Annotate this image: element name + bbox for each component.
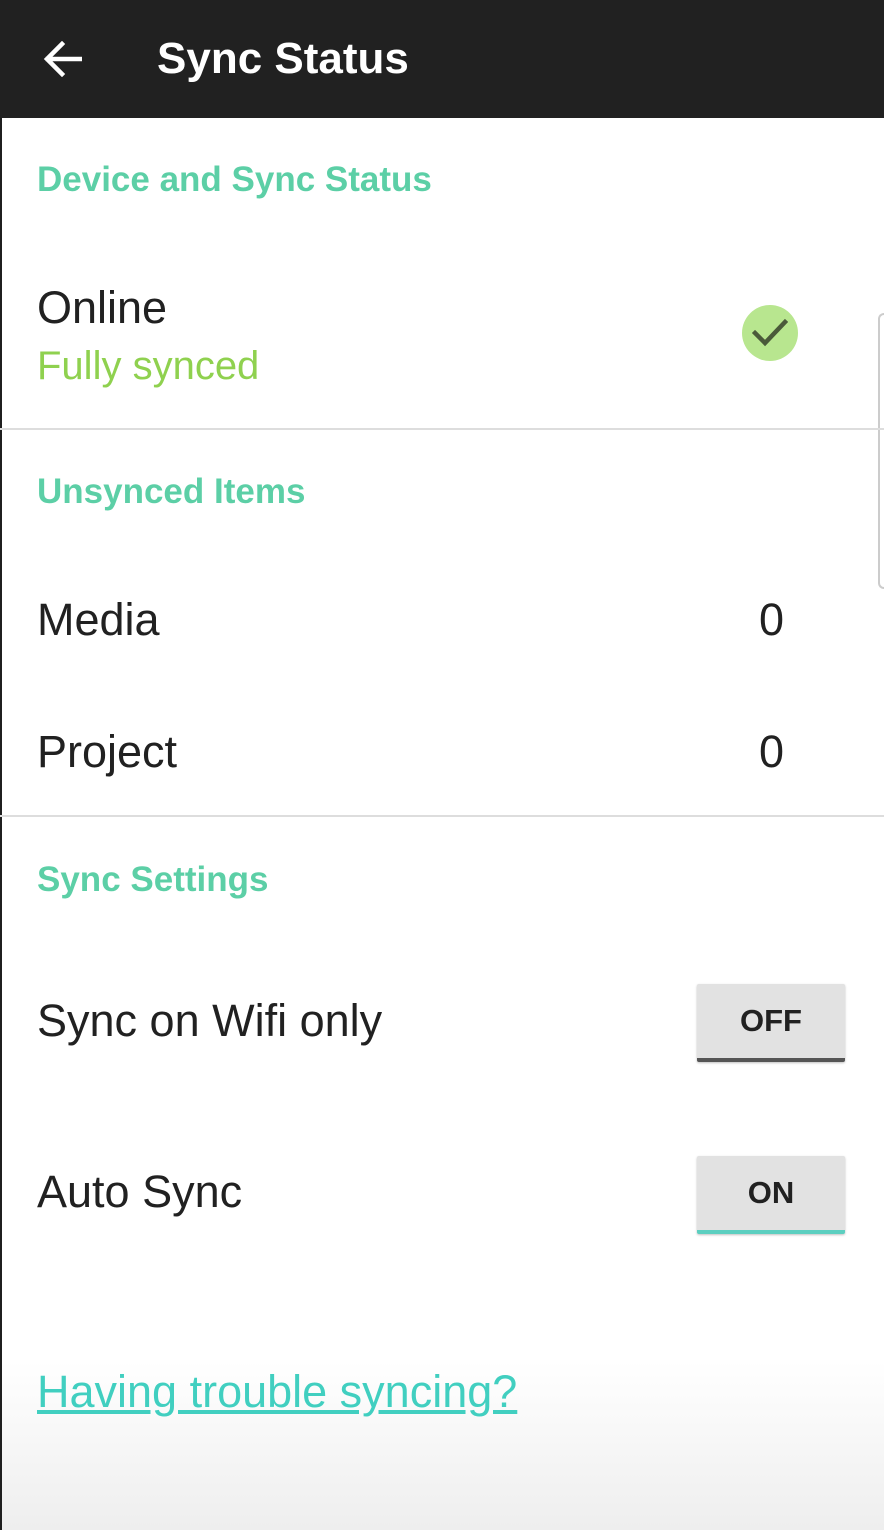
section-header-device: Device and Sync Status	[37, 160, 432, 199]
arrow-left-icon	[43, 41, 82, 77]
auto-sync-label: Auto Sync	[37, 1166, 243, 1217]
divider	[0, 428, 884, 430]
auto-sync-toggle[interactable]: ON	[697, 1156, 845, 1234]
sync-status-detail: Fully synced	[37, 344, 260, 388]
unsynced-project-count: 0	[758, 726, 784, 777]
help-link[interactable]: Having trouble syncing?	[37, 1366, 517, 1418]
wifi-only-toggle[interactable]: OFF	[697, 984, 845, 1062]
section-header-settings: Sync Settings	[37, 860, 269, 899]
edge-panel-handle[interactable]	[878, 313, 884, 589]
page-title: Sync Status	[157, 34, 409, 83]
divider	[0, 815, 884, 817]
section-header-unsynced: Unsynced Items	[37, 472, 306, 511]
back-button[interactable]	[26, 26, 98, 92]
unsynced-media-count: 0	[758, 594, 784, 645]
unsynced-media-label: Media	[37, 594, 160, 645]
device-status-label: Online	[37, 282, 168, 333]
unsynced-project-label: Project	[37, 726, 178, 777]
check-circle-icon	[742, 305, 798, 361]
app-bar: Sync Status	[0, 0, 884, 118]
wifi-only-label: Sync on Wifi only	[37, 995, 383, 1046]
